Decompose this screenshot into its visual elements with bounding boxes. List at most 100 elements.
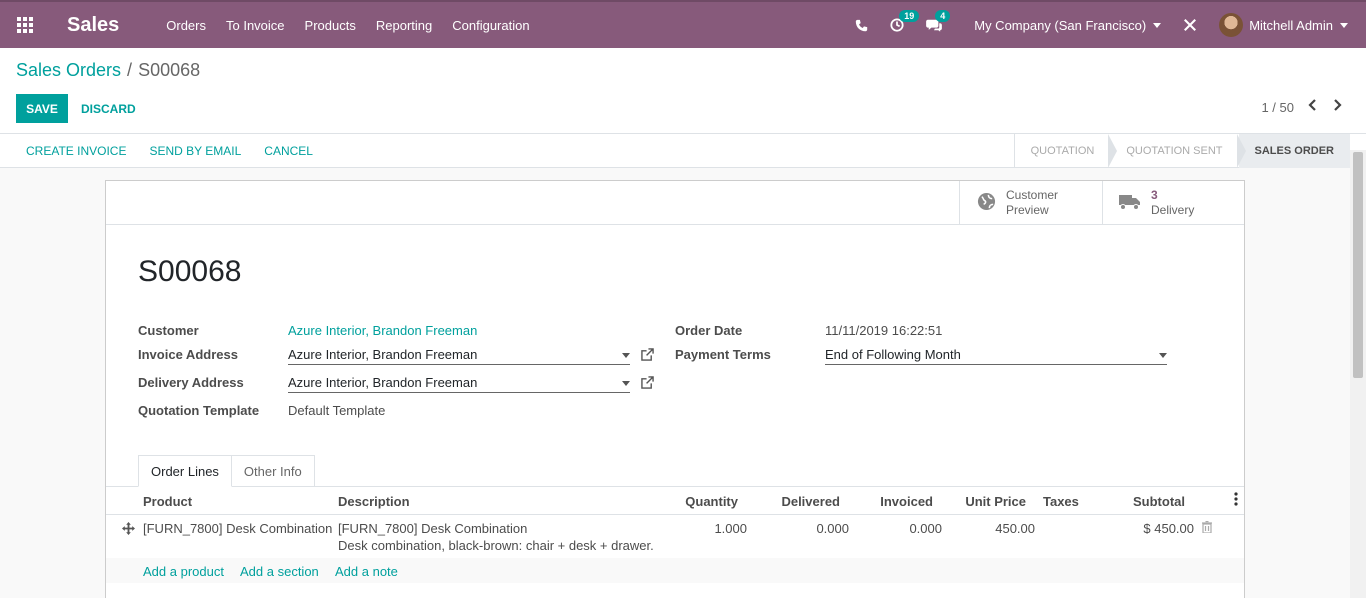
table-row[interactable]: [FURN_7800] Desk Combination [FURN_7800]…	[106, 515, 1244, 558]
line-unit-price[interactable]: 450.00	[946, 521, 1035, 536]
optional-columns-icon[interactable]	[1234, 492, 1238, 509]
invoice-address-field[interactable]: Azure Interior, Brandon Freeman	[288, 345, 630, 365]
column-quantity[interactable]: Quantity	[666, 494, 738, 509]
payment-terms-label: Payment Terms	[675, 347, 771, 362]
navbar-systray: 19 4 My Company (San Francisco) Mitchell…	[855, 2, 1366, 48]
scrollbar-thumb[interactable]	[1353, 152, 1363, 378]
delivery-label: Delivery	[1151, 203, 1195, 217]
chevron-down-icon	[1340, 22, 1348, 28]
line-description-detail: Desk combination, black-brown: chair + d…	[338, 538, 654, 553]
cancel-button[interactable]: CANCEL	[264, 144, 313, 158]
breadcrumb-separator: /	[127, 60, 133, 80]
line-description[interactable]: [FURN_7800] Desk Combination Desk combina…	[338, 521, 654, 555]
menu-configuration[interactable]: Configuration	[452, 18, 529, 33]
delivery-address-field[interactable]: Azure Interior, Brandon Freeman	[288, 373, 630, 393]
stage-sales-order[interactable]: SALES ORDER	[1236, 134, 1350, 168]
pager: 1 / 50	[1261, 98, 1342, 116]
column-unit-price[interactable]: Unit Price	[946, 494, 1026, 509]
column-description[interactable]: Description	[338, 494, 410, 509]
stage-quotation-sent[interactable]: QUOTATION SENT	[1108, 134, 1238, 168]
user-menu[interactable]: Mitchell Admin	[1219, 13, 1348, 37]
add-note-link[interactable]: Add a note	[335, 564, 398, 579]
column-delivered[interactable]: Delivered	[766, 494, 840, 509]
control-panel: Sales Orders / S00068 SAVE DISCARD 1 / 50	[0, 48, 1366, 134]
invoice-address-value: Azure Interior, Brandon Freeman	[288, 347, 478, 362]
column-subtotal[interactable]: Subtotal	[1106, 494, 1185, 509]
menu-reporting[interactable]: Reporting	[376, 18, 432, 33]
menu-orders[interactable]: Orders	[166, 18, 206, 33]
messages-count-badge: 4	[935, 10, 951, 22]
line-description-title: [FURN_7800] Desk Combination	[338, 521, 528, 536]
save-button[interactable]: SAVE	[16, 94, 68, 123]
activity-clock-icon[interactable]: 19	[890, 10, 920, 32]
line-delivered[interactable]: 0.000	[766, 521, 849, 536]
chevron-down-icon	[1153, 22, 1162, 28]
company-name: My Company (San Francisco)	[974, 17, 1147, 33]
form-sheet: Customer Preview 3 Delivery S00068 Custome…	[105, 180, 1245, 598]
chevron-down-icon	[622, 353, 630, 358]
page-title: S00068	[138, 255, 242, 288]
chevron-down-icon	[1159, 353, 1167, 358]
smart-buttons-bar: Customer Preview 3 Delivery	[106, 181, 1244, 225]
menu-to-invoice[interactable]: To Invoice	[226, 18, 285, 33]
main-menu: Orders To Invoice Products Reporting Con…	[166, 18, 549, 33]
order-date-label: Order Date	[675, 323, 743, 338]
add-product-link[interactable]: Add a product	[143, 564, 224, 579]
chevron-left-icon[interactable]	[1308, 98, 1318, 116]
globe-icon	[977, 192, 996, 214]
page-scrollbar[interactable]	[1350, 150, 1366, 598]
column-taxes[interactable]: Taxes	[1043, 494, 1079, 509]
create-invoice-button[interactable]: CREATE INVOICE	[26, 144, 126, 158]
delivery-count: 3	[1151, 188, 1158, 202]
messages-chat-icon[interactable]: 4	[926, 10, 951, 32]
statusbar: CREATE INVOICE SEND BY EMAIL CANCEL QUOT…	[0, 134, 1366, 168]
customer-preview-label-1: Customer	[1006, 188, 1059, 202]
phone-icon[interactable]	[855, 19, 868, 32]
external-link-icon[interactable]	[641, 376, 654, 392]
delivery-address-value: Azure Interior, Brandon Freeman	[288, 375, 478, 390]
column-invoiced[interactable]: Invoiced	[858, 494, 933, 509]
breadcrumb-sales-orders[interactable]: Sales Orders	[16, 60, 121, 80]
send-by-email-button[interactable]: SEND BY EMAIL	[149, 144, 241, 158]
breadcrumb-current: S00068	[138, 60, 201, 80]
add-section-link[interactable]: Add a section	[240, 564, 319, 579]
delivery-button[interactable]: 3 Delivery	[1102, 181, 1244, 225]
chevron-down-icon	[622, 381, 630, 386]
column-product[interactable]: Product	[143, 494, 192, 509]
line-product[interactable]: [FURN_7800] Desk Combination	[143, 521, 332, 536]
stage-quotation[interactable]: QUOTATION	[1015, 134, 1111, 168]
payment-terms-value: End of Following Month	[825, 347, 961, 362]
activity-count-badge: 19	[899, 10, 920, 22]
line-invoiced[interactable]: 0.000	[858, 521, 942, 536]
quotation-template-value[interactable]: Default Template	[288, 403, 385, 418]
order-date-value[interactable]: 11/11/2019 16:22:51	[825, 323, 942, 338]
external-link-icon[interactable]	[641, 348, 654, 364]
customer-preview-button[interactable]: Customer Preview	[959, 181, 1102, 225]
tab-other-info[interactable]: Other Info	[231, 455, 315, 487]
quotation-template-label: Quotation Template	[138, 403, 260, 418]
menu-products[interactable]: Products	[305, 18, 356, 33]
line-subtotal: $ 450.00	[1143, 521, 1194, 536]
chevron-right-icon[interactable]	[1332, 98, 1342, 116]
order-lines-header: Product Description Quantity Delivered I…	[106, 487, 1244, 515]
payment-terms-field[interactable]: End of Following Month	[825, 345, 1167, 365]
tab-order-lines[interactable]: Order Lines	[138, 455, 232, 487]
customer-label: Customer	[138, 323, 199, 338]
user-name: Mitchell Admin	[1249, 17, 1333, 33]
apps-menu-icon[interactable]	[0, 2, 50, 48]
status-stages: QUOTATION QUOTATION SENT SALES ORDER	[1013, 134, 1350, 168]
pager-value[interactable]: 1 / 50	[1261, 100, 1294, 115]
app-name[interactable]: Sales	[67, 14, 119, 37]
statusbar-actions: CREATE INVOICE SEND BY EMAIL CANCEL	[26, 134, 336, 168]
invoice-address-label: Invoice Address	[138, 347, 238, 362]
notebook-tabs: Order Lines Other Info	[138, 455, 315, 487]
drag-handle-icon[interactable]	[122, 522, 135, 538]
top-navbar: Sales Orders To Invoice Products Reporti…	[0, 0, 1366, 48]
trash-icon[interactable]	[1202, 520, 1212, 536]
company-switcher[interactable]: My Company (San Francisco)	[974, 17, 1162, 33]
debug-tools-icon[interactable]	[1183, 18, 1197, 32]
line-quantity[interactable]: 1.000	[666, 521, 747, 536]
discard-button[interactable]: DISCARD	[81, 94, 136, 123]
customer-link[interactable]: Azure Interior, Brandon Freeman	[288, 323, 477, 338]
delivery-address-label: Delivery Address	[138, 375, 244, 390]
